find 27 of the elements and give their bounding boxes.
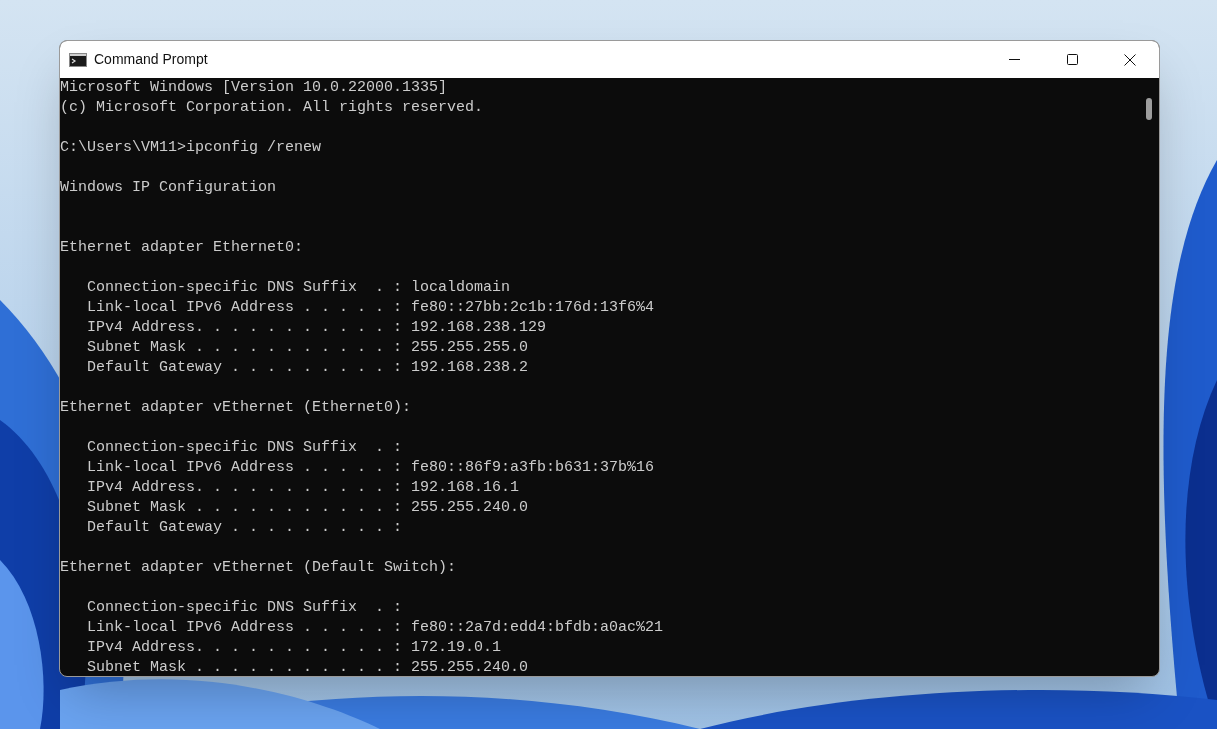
close-icon [1124,53,1136,66]
terminal-icon [69,52,87,67]
console-line: Link-local IPv6 Address . . . . . : fe80::2a7d:edd4:bfdb:a0ac%21 [86,618,664,638]
console-line: Subnet Mask . . . . . . . . . . . : 255.255.240.0 [86,498,529,518]
console-line: IPv4 Address. . . . . . . . . . . : 192.168.16.1 [86,478,520,498]
console-line: Microsoft Windows [Version 10.0.22000.1335] [60,78,448,98]
scrollbar-thumb[interactable] [1146,98,1152,120]
console-line: Windows IP Configuration [60,178,277,198]
console-line: Subnet Mask . . . . . . . . . . . : 255.255.240.0 [86,658,529,676]
console-line: Ethernet adapter vEthernet (Default Switch): [60,558,457,578]
console-line: Ethernet adapter vEthernet (Ethernet0): [60,398,412,418]
console-line: (c) Microsoft Corporation. All rights reserved. [60,98,484,118]
console-line: Link-local IPv6 Address . . . . . : fe80::27bb:2c1b:176d:13f6%4 [86,298,655,318]
console-line: Default Gateway . . . . . . . . . : [86,518,403,538]
window-title: Command Prompt [94,50,208,69]
console-line: C:\Users\VM11>ipconfig /renew [60,138,322,158]
console-line: IPv4 Address. . . . . . . . . . . : 192.168.238.129 [86,318,547,338]
console-line: Connection-specific DNS Suffix . : [86,438,403,458]
console-line: Ethernet adapter Ethernet0: [60,238,304,258]
maximize-icon [1066,54,1078,65]
console-line: Connection-specific DNS Suffix . : [86,598,403,618]
console-line: IPv4 Address. . . . . . . . . . . : 172.19.0.1 [86,638,502,658]
console-line: Default Gateway . . . . . . . . . : 192.168.238.2 [86,358,529,378]
console-line: Connection-specific DNS Suffix . : localdomain [86,278,511,298]
console-line: Link-local IPv6 Address . . . . . : fe80::86f9:a3fb:b631:37b%16 [86,458,655,478]
minimize-icon [1008,59,1020,60]
console-line: Subnet Mask . . . . . . . . . . . : 255.255.255.0 [86,338,529,358]
